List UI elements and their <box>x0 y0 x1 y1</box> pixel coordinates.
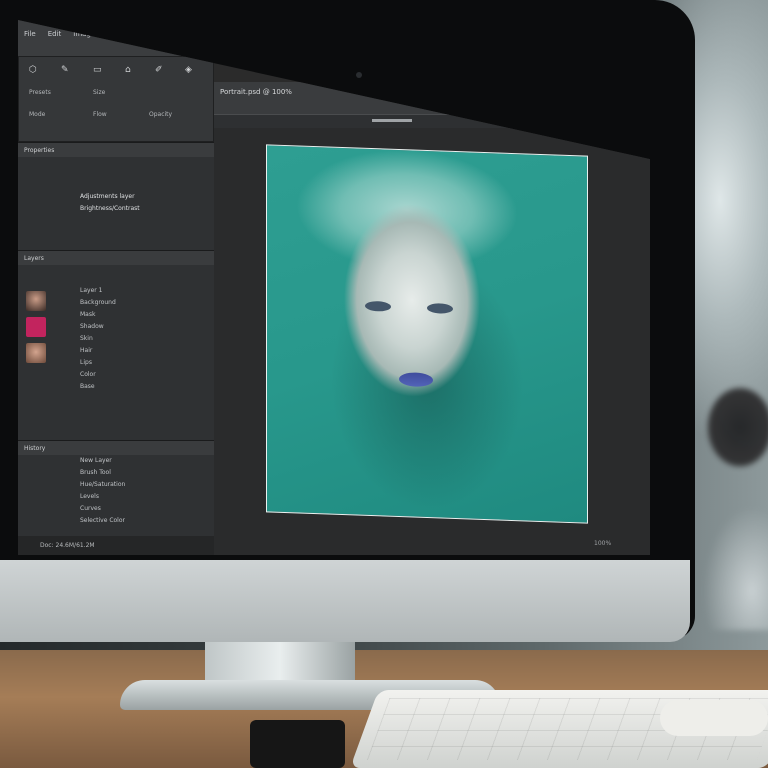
layer-row[interactable]: Hair <box>18 345 214 357</box>
layers-panel-title: Layers <box>18 251 214 265</box>
brush-tool-icon[interactable]: ✎ <box>61 65 69 75</box>
lips <box>399 372 433 388</box>
presets-label: Presets <box>29 89 51 96</box>
menu-layer[interactable]: Layer <box>107 30 127 56</box>
layer-row[interactable]: Shadow <box>18 321 214 333</box>
right-eye <box>427 303 453 314</box>
history-row[interactable]: Levels <box>18 491 214 503</box>
phone <box>250 720 345 768</box>
history-row[interactable]: Brush Tool <box>18 467 214 479</box>
layer-row[interactable]: Layer 1 <box>18 285 214 297</box>
size-label: Size <box>93 89 106 96</box>
history-row[interactable]: Curves <box>18 503 214 515</box>
layer-row[interactable]: Mask <box>18 309 214 321</box>
properties-panel-title: Properties <box>18 143 214 157</box>
canvas-area[interactable]: 100% <box>214 128 650 555</box>
status-text: Doc: 24.6M/61.2M <box>40 542 95 549</box>
flow-label: Flow <box>93 111 107 118</box>
layer-row[interactable]: Color <box>18 369 214 381</box>
layers-panel: Layers Layer 1 Background Mask Shadow Sk… <box>18 250 214 440</box>
layer-row[interactable]: Lips <box>18 357 214 369</box>
history-panel: History New Layer Brush Tool Hue/Saturat… <box>18 440 214 536</box>
maximize-button[interactable]: □ <box>196 30 204 39</box>
scroll-handle[interactable] <box>372 119 412 122</box>
history-row[interactable]: Hue/Saturation <box>18 479 214 491</box>
document-ruler <box>214 114 650 129</box>
layer-thumbnail <box>26 291 46 311</box>
webcam <box>356 72 362 78</box>
document-tab-bar: Portrait.psd @ 100% <box>214 82 650 114</box>
left-eye <box>365 300 391 312</box>
menu-bar: File Edit Image Layer <box>18 20 228 56</box>
home-icon[interactable]: ⌂ <box>125 65 131 75</box>
history-row[interactable]: Selective Color <box>18 515 214 527</box>
document-tab[interactable]: Portrait.psd @ 100% <box>220 88 292 96</box>
properties-panel: Properties Adjustments layer Brightness/… <box>18 142 214 250</box>
layer-thumbnail <box>26 343 46 363</box>
properties-row[interactable]: Brightness/Contrast <box>18 203 214 215</box>
window-controls: – □ ✕ <box>186 30 216 39</box>
opacity-label: Opacity <box>149 111 173 118</box>
layer-row[interactable]: Skin <box>18 333 214 345</box>
pen-tool-icon[interactable]: ✐ <box>155 65 163 75</box>
menu-edit[interactable]: Edit <box>48 30 62 56</box>
close-button[interactable]: ✕ <box>210 30 217 39</box>
history-row[interactable]: New Layer <box>18 455 214 467</box>
monitor-chin <box>0 560 690 642</box>
menu-file[interactable]: File <box>24 30 36 56</box>
history-panel-title: History <box>18 441 214 455</box>
stamp-tool-icon[interactable]: ◈ <box>185 65 192 75</box>
monitor: File Edit Image Layer – □ ✕ ⬡ ✎ ▭ ⌂ ✐ ◈ … <box>0 0 695 642</box>
minimize-button[interactable]: – <box>186 30 190 39</box>
marquee-tool-icon[interactable]: ▭ <box>93 65 102 75</box>
layer-row[interactable]: Background <box>18 297 214 309</box>
zoom-level: 100% <box>594 540 612 547</box>
screen: File Edit Image Layer – □ ✕ ⬡ ✎ ▭ ⌂ ✐ ◈ … <box>18 20 650 555</box>
mode-label: Mode <box>29 111 46 118</box>
tool-options-bar: ⬡ ✎ ▭ ⌂ ✐ ◈ Presets Size Mode Flow Opaci… <box>18 56 214 142</box>
properties-row[interactable]: Adjustments layer <box>18 191 214 203</box>
mouse <box>660 700 768 736</box>
move-tool-icon[interactable]: ⬡ <box>29 65 37 75</box>
menu-image[interactable]: Image <box>73 30 95 56</box>
portrait-artwork[interactable] <box>266 144 588 524</box>
layer-row[interactable]: Base <box>18 381 214 393</box>
status-bar: Doc: 24.6M/61.2M <box>18 536 214 555</box>
layer-thumbnail <box>26 317 46 337</box>
